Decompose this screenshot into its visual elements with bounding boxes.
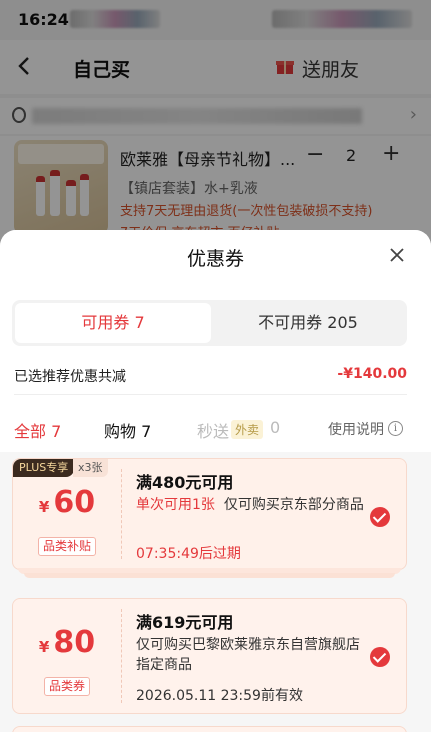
coupon-filters: 全部 7 购物 7 秒送 外卖 0 使用说明 i [0,396,431,452]
coupon-expiry: 07:35:49后过期 [136,546,241,562]
coupon-category: 品类补贴 [13,535,121,556]
coupon-divider [121,469,122,559]
filter-seconds-count[interactable]: 0 [270,418,280,437]
summary-value: -¥140.00 [337,366,407,382]
coupon-sheet: 优惠券 可用券 7 不可用券 205 已选推荐优惠共减 -¥140.00 全部 … [0,230,431,732]
check-circle-icon[interactable] [370,507,390,527]
coupon-desc: 单次可用1张 仅可购买京东部分商品 [136,497,364,513]
sheet-header: 优惠券 [0,230,431,290]
coupon-amount: ¥60 [38,485,96,520]
filter-shopping[interactable]: 购物 7 [104,418,151,442]
coupon-expiry: 2026.05.11 23:59前有效 [136,688,303,704]
coupon-stack-edge [24,573,395,578]
coupon-title: 满480元可用 [136,473,234,492]
segmented-control: 可用券 7 不可用券 205 [12,300,407,346]
coupon-tabs: 可用券 7 不可用券 205 [0,290,431,360]
coupon-multiplier: x3张 [73,459,108,477]
tab-usable-coupons[interactable]: 可用券 7 [15,303,211,343]
summary-label: 已选推荐优惠共减 [14,369,126,385]
sheet-title: 优惠券 [186,248,244,270]
coupon-divider [121,609,122,703]
discount-summary: 已选推荐优惠共减 -¥140.00 [0,360,431,396]
tab-unusable-coupons[interactable]: 不可用券 205 [212,303,404,343]
coupon-title: 满619元可用 [136,613,234,632]
coupon-card[interactable]: ¥80 品类券 满619元可用 仅可购买巴黎欧莱雅京东自营旗舰店指定商品 202… [12,598,407,714]
filter-all[interactable]: 全部 7 [14,418,61,442]
plus-exclusive-badge: PLUS专享 [13,459,75,477]
coupon-amount: ¥80 [38,625,96,660]
coupon-card-partial[interactable] [12,726,407,732]
coupon-category: 品类券 [13,675,121,696]
divider [14,394,407,395]
close-icon[interactable] [388,246,406,264]
coupon-left: ¥80 品类券 [13,599,121,713]
coupon-limit: 单次可用1张 [136,497,215,513]
coupon-left: PLUS专享 x3张 ¥60 品类补贴 [13,459,121,569]
takeout-badge: 外卖 [231,420,264,439]
coupon-desc: 仅可购买巴黎欧莱雅京东自营旗舰店指定商品 [136,637,360,673]
coupon-card[interactable]: PLUS专享 x3张 ¥60 品类补贴 满480元可用 单次可用1张 仅可购买京… [12,458,407,570]
filter-seconds[interactable]: 秒送 [197,418,229,442]
usage-help-link[interactable]: 使用说明 [328,419,384,439]
info-icon[interactable]: i [388,421,403,436]
check-circle-icon[interactable] [370,647,390,667]
